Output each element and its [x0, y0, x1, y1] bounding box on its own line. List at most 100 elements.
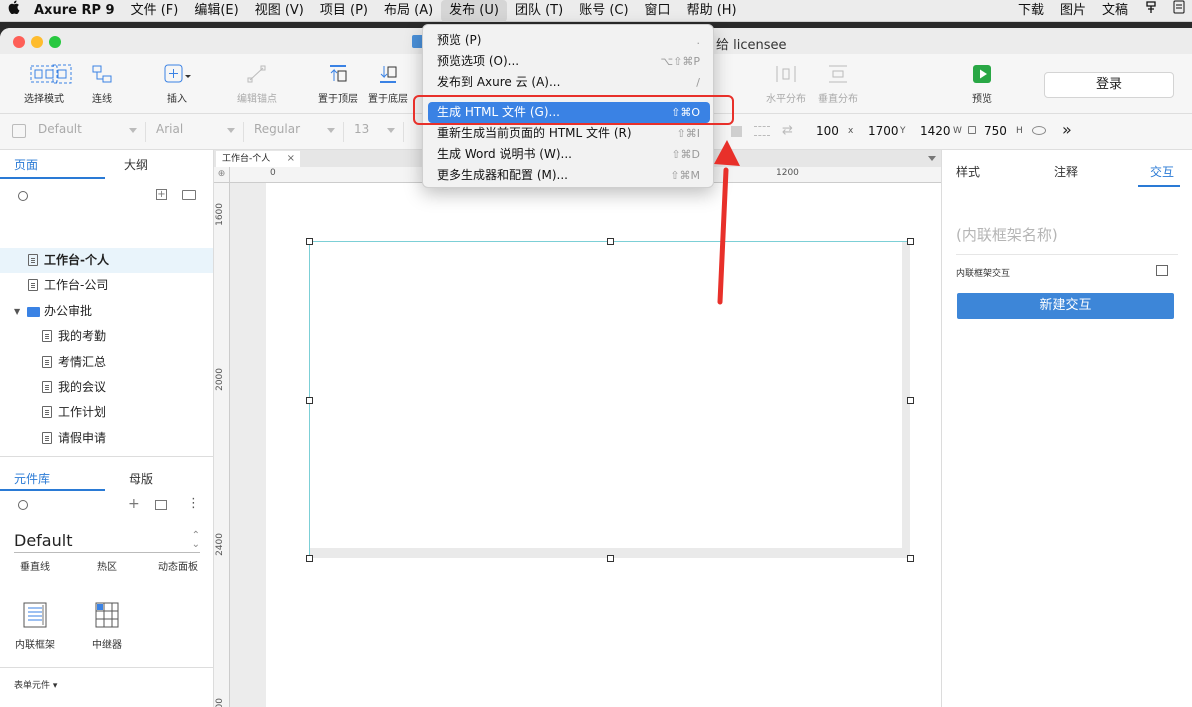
library-select[interactable]: Default ⌃ ⌄: [14, 531, 200, 553]
widget-dynamic-panel[interactable]: 动态面板: [150, 558, 206, 573]
connect-button[interactable]: 连线: [86, 64, 118, 105]
repeater-icon: [95, 602, 119, 628]
canvas-tab[interactable]: 工作台-个人 ×: [216, 151, 300, 167]
search-icon[interactable]: [18, 191, 28, 201]
more-chevron-icon[interactable]: »: [1062, 120, 1072, 139]
page-item[interactable]: 工作台-公司: [0, 273, 213, 298]
y-field[interactable]: 1700: [868, 124, 899, 138]
menu-file[interactable]: 文件 (F): [123, 0, 187, 22]
font-weight-select[interactable]: Regular: [254, 122, 344, 142]
publish-menu-item[interactable]: 生成 Word 说明书 (W)... ⇧⌘D: [428, 144, 710, 165]
insert-button[interactable]: 插入: [160, 64, 194, 105]
border-style-icon[interactable]: [754, 126, 770, 136]
tab-masters[interactable]: 母版: [129, 470, 153, 487]
font-size-select[interactable]: 13: [354, 122, 404, 142]
menu-downloads[interactable]: 下载: [1010, 0, 1052, 22]
publish-menu-item[interactable]: 预览 (P).: [428, 30, 710, 51]
distribute-horizontal-button[interactable]: 水平分布: [764, 64, 808, 105]
inline-frame-widget[interactable]: [309, 241, 910, 558]
publish-menu-item[interactable]: 重新生成当前页面的 HTML 文件 (R) ⇧⌘I: [428, 123, 710, 144]
more-options-icon[interactable]: ⋮: [187, 496, 200, 511]
canvas-tab-label: 工作台-个人: [222, 154, 271, 164]
resize-handle[interactable]: [306, 396, 313, 404]
crop-mode-button[interactable]: [50, 64, 74, 90]
tab-notes[interactable]: 注释: [1054, 163, 1078, 180]
swap-arrows-icon[interactable]: ⇄: [782, 123, 793, 138]
folder-item[interactable]: ▼ 办公审批: [0, 299, 213, 324]
font-family-select[interactable]: Arial: [156, 122, 244, 142]
zoom-window-button[interactable]: [49, 36, 61, 48]
add-folder-icon[interactable]: [182, 190, 196, 200]
h-field[interactable]: 750: [984, 124, 1007, 138]
resize-handle[interactable]: [907, 555, 914, 562]
page-item[interactable]: 工作台-个人: [0, 248, 213, 273]
tab-style[interactable]: 样式: [956, 163, 980, 180]
w-field[interactable]: 1420: [920, 124, 951, 138]
resize-handle[interactable]: [907, 238, 914, 245]
page-item[interactable]: 考情汇总: [0, 350, 213, 375]
tab-interactions[interactable]: 交互: [1150, 163, 1174, 180]
menu-team[interactable]: 团队 (T): [507, 0, 571, 22]
tab-library[interactable]: 元件库: [14, 470, 50, 487]
style-select[interactable]: Default: [38, 122, 146, 142]
resize-handle[interactable]: [306, 555, 313, 562]
menu-documents[interactable]: 文稿: [1094, 0, 1136, 22]
widget-vertical-line[interactable]: 垂直线: [8, 558, 62, 573]
send-to-back-button[interactable]: 置于底层: [366, 64, 410, 105]
page-item[interactable]: 工作计划: [0, 400, 213, 425]
edit-points-button[interactable]: 编辑锚点: [234, 64, 280, 105]
resize-handle[interactable]: [306, 238, 313, 245]
page-item[interactable]: 请假申请: [0, 426, 213, 451]
minimize-window-button[interactable]: [31, 36, 43, 48]
page-item[interactable]: 我的考勤: [0, 324, 213, 349]
widget-repeater[interactable]: 中继器: [80, 601, 134, 651]
publish-menu-item[interactable]: 预览选项 (O)... ⌥⇧⌘P: [428, 51, 710, 72]
distribute-vertical-button[interactable]: 垂直分布: [816, 64, 860, 105]
apple-menu[interactable]: [0, 0, 26, 22]
menu-edit[interactable]: 编辑(E): [186, 0, 246, 22]
form-widgets-section[interactable]: 表单元件 ▾: [14, 678, 57, 691]
menu-project[interactable]: 项目 (P): [312, 0, 376, 22]
tab-outline[interactable]: 大纲: [124, 156, 148, 173]
widget-hotspot[interactable]: 热区: [80, 558, 134, 573]
tab-pages[interactable]: 页面: [14, 156, 38, 173]
visibility-eye-icon[interactable]: [1032, 126, 1046, 135]
lock-icon[interactable]: [968, 126, 976, 134]
menu-window[interactable]: 窗口: [637, 0, 679, 22]
bring-to-front-button[interactable]: 置于顶层: [316, 64, 360, 105]
expand-caret-icon[interactable]: ▼: [14, 299, 20, 324]
add-library-icon[interactable]: +: [128, 496, 140, 512]
publish-menu-item[interactable]: 更多生成器和配置 (M)... ⇧⌘M: [428, 165, 710, 186]
resize-handle[interactable]: [606, 238, 614, 245]
menu-pictures[interactable]: 图片: [1052, 0, 1094, 22]
widget-inline-frame[interactable]: 内联框架: [8, 601, 62, 651]
menu-account[interactable]: 账号 (C): [571, 0, 636, 22]
library-search-icon[interactable]: [18, 500, 28, 510]
add-page-icon[interactable]: +: [156, 189, 167, 200]
input-method-icon[interactable]: [1136, 0, 1164, 22]
page-icon: [42, 330, 52, 343]
new-interaction-button[interactable]: 新建交互: [957, 293, 1174, 319]
menu-publish[interactable]: 发布 (U): [441, 0, 507, 22]
menu-help[interactable]: 帮助 (H): [679, 0, 745, 22]
menu-layout[interactable]: 布局 (A): [376, 0, 441, 22]
page-item[interactable]: 我的会议: [0, 375, 213, 400]
x-label: x: [848, 126, 854, 136]
publish-menu-item[interactable]: 发布到 Axure 云 (A)... /: [428, 72, 710, 93]
frame-scrollbar-vertical[interactable]: [902, 242, 910, 548]
canvas-menu-caret[interactable]: [928, 156, 936, 161]
close-window-button[interactable]: [13, 36, 25, 48]
menu-app-name[interactable]: Axure RP 9: [26, 0, 123, 22]
interaction-settings-icon[interactable]: [1156, 265, 1168, 276]
resize-handle[interactable]: [606, 555, 614, 562]
x-field[interactable]: 100: [816, 124, 839, 138]
preview-button[interactable]: 预览: [966, 64, 998, 105]
frame-name-input[interactable]: (内联框架名称): [956, 224, 1058, 245]
close-tab-icon[interactable]: ×: [287, 151, 295, 167]
resize-handle[interactable]: [907, 396, 914, 404]
copy-library-icon[interactable]: [155, 500, 167, 510]
menu-view[interactable]: 视图 (V): [247, 0, 312, 22]
format-painter-icon[interactable]: [12, 124, 26, 138]
login-button[interactable]: 登录: [1044, 72, 1174, 98]
siri-icon[interactable]: [1164, 0, 1192, 22]
